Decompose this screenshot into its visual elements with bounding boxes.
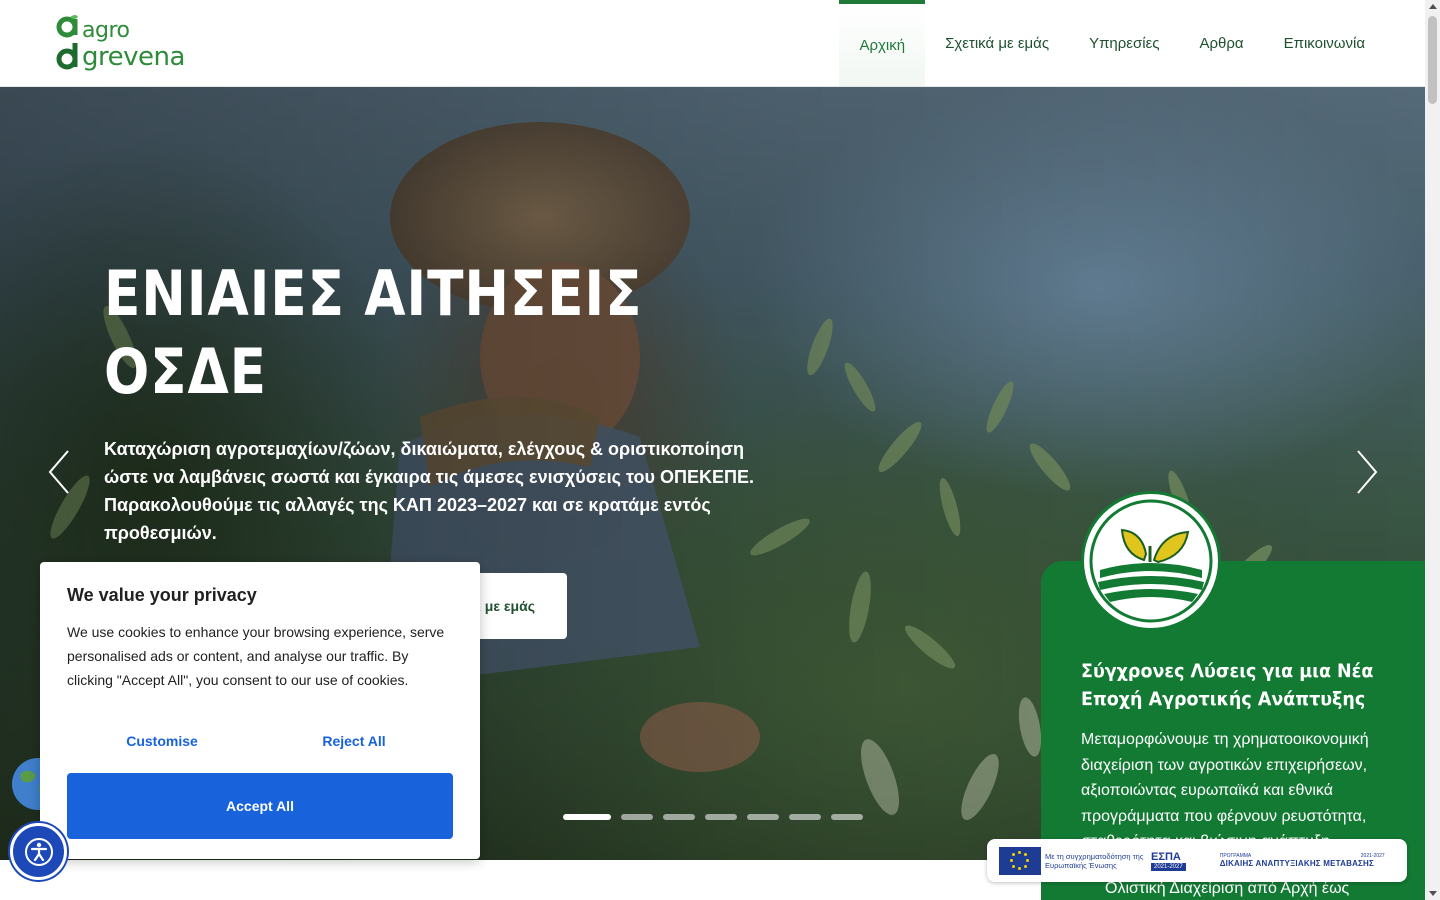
eu-funding-banner: Με τη συγχρηματοδότηση της Ευρωπαϊκής Έν… (987, 839, 1407, 882)
slider-next-icon[interactable] (1354, 447, 1380, 497)
site-logo[interactable]: agro grevena (56, 12, 196, 76)
slider-dot-3[interactable] (663, 814, 695, 820)
feature-card-footer: Ολιστική Διαχείριση από Αρχή έως (1105, 880, 1350, 897)
cookie-customise-button[interactable]: Customise (67, 726, 257, 756)
slider-dot-6[interactable] (789, 814, 821, 820)
program-name: ΔΙΚΑΙΗΣ ΑΝΑΠΤΥΞΙΑΚΗΣ ΜΕΤΑΒΑΣΗΣ (1219, 859, 1375, 868)
program-logo: ΠΡΟΓΡΑΜΜΑ 2021-2027 ΔΙΚΑΙΗΣ ΑΝΑΠΤΥΞΙΑΚΗΣ… (1220, 853, 1385, 868)
nav-item-articles[interactable]: Αρθρα (1180, 0, 1264, 86)
eu-cofund-text: Με τη συγχρηματοδότηση της Ευρωπαϊκής Έν… (1045, 851, 1144, 870)
cookie-accept-button[interactable]: Accept All (67, 773, 453, 839)
site-header: agro grevena Αρχική Σχετικά με εμάς Υπηρ… (0, 0, 1425, 87)
agriculture-emblem-icon (1081, 491, 1221, 631)
page: agro grevena Αρχική Σχετικά με εμάς Υπηρ… (0, 0, 1440, 900)
slider-dot-5[interactable] (747, 814, 779, 820)
feature-card-title: Σύγχρονες Λύσεις για μια Νέα Εποχή Αγροτ… (1081, 660, 1374, 710)
slider-pagination (563, 814, 863, 820)
slider-dot-2[interactable] (621, 814, 653, 820)
slider-prev-icon[interactable] (46, 447, 72, 497)
logo-mark-icon (56, 13, 80, 75)
cookie-consent-dialog: We value your privacy We use cookies to … (40, 562, 480, 859)
page-scrollbar[interactable] (1425, 0, 1440, 900)
slider-dot-1[interactable] (563, 814, 611, 820)
scroll-thumb[interactable] (1428, 16, 1437, 104)
slider-dot-7[interactable] (831, 814, 863, 820)
cookie-reject-button[interactable]: Reject All (259, 726, 449, 756)
logo-text-agro: agro (82, 18, 130, 43)
scroll-down-icon[interactable] (1429, 891, 1437, 896)
hero-subtitle: Καταχώριση αγροτεμαχίων/ζώων, δικαιώματα… (104, 439, 754, 543)
nav-item-services[interactable]: Υπηρεσίες (1069, 0, 1179, 86)
cookie-title: We value your privacy (67, 585, 257, 605)
hero-title: ΕΝΙΑΙΕΣ ΑΙΤΗΣΕΙΣ ΟΣΔΕ (104, 257, 643, 408)
scroll-up-icon[interactable] (1429, 4, 1437, 9)
nav-item-about[interactable]: Σχετικά με εμάς (925, 0, 1069, 86)
slider-dot-4[interactable] (705, 814, 737, 820)
feature-card-text: Μεταμορφώνουμε τη χρηματοοικονομική διαχ… (1081, 731, 1369, 850)
espa-label: ΕΣΠΑ (1151, 850, 1181, 863)
logo-text-grevena: grevena (82, 42, 185, 72)
accessibility-icon[interactable] (10, 823, 67, 880)
main-nav: Αρχική Σχετικά με εμάς Υπηρεσίες Αρθρα Ε… (839, 0, 1385, 86)
nav-item-contact[interactable]: Επικοινωνία (1264, 0, 1385, 86)
eu-flag-icon (999, 846, 1041, 875)
espa-years: 2021-2027 (1151, 862, 1186, 871)
hero-content: ΕΝΙΑΙΕΣ ΑΙΤΗΣΕΙΣ ΟΣΔΕ Καταχώριση αγροτεμ… (104, 255, 764, 547)
cookie-text: We use cookies to enhance your browsing … (67, 624, 445, 688)
espa-logo: ΕΣΠΑ 2021-2027 (1151, 851, 1186, 871)
nav-item-home[interactable]: Αρχική (839, 0, 926, 86)
